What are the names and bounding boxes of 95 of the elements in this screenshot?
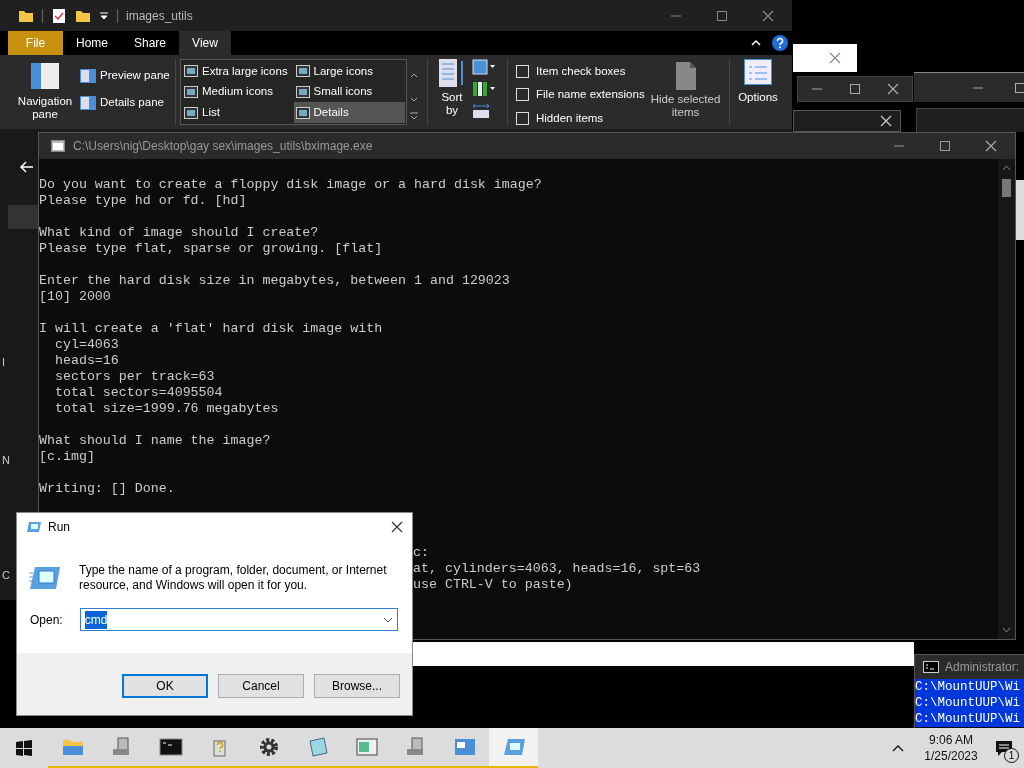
pane-icon: [31, 63, 59, 89]
fit-columns-icon[interactable]: [472, 103, 490, 119]
sidebar-item[interactable]: N: [2, 452, 10, 469]
scroll-down-icon[interactable]: [1002, 627, 1011, 633]
view-icon: [184, 86, 198, 98]
checkbox[interactable]: [516, 65, 529, 79]
columns-icon[interactable]: [472, 81, 496, 97]
maximize-icon[interactable]: [716, 9, 728, 22]
console-icon: [51, 140, 65, 152]
checklist-icon[interactable]: [51, 7, 67, 24]
checkbox[interactable]: [516, 111, 529, 125]
clock[interactable]: 9:06 AM 1/25/2023: [918, 728, 984, 768]
window-title: images_utils: [126, 7, 193, 25]
window-title: C:\Users\nig\Desktop\gay sex\images_utils\bximage.exe: [73, 138, 373, 155]
console-line: What kind of image should I create?: [39, 225, 319, 241]
details-pane-button[interactable]: Details pane: [80, 94, 170, 112]
window-title: Run: [48, 519, 70, 536]
close-icon[interactable]: [391, 521, 403, 533]
console-line: Writing: [] Done.: [39, 481, 175, 497]
window-icon: [354, 735, 379, 759]
console-icon: [923, 661, 939, 673]
pane-icon: [80, 68, 96, 83]
view-icon: [295, 86, 310, 98]
dialog-description: Type the name of a program, folder, document, or Internet resource, and Windows will open it for you.: [79, 563, 388, 593]
dropdown-icon: [383, 616, 393, 623]
pane-icon: [80, 95, 96, 110]
layout-option[interactable]: Medium icons: [182, 81, 294, 103]
view-icon: [184, 106, 198, 119]
console-line: Please type flat, sparse or growing. [flat]: [39, 241, 383, 257]
dialog-button[interactable]: Browse...: [314, 674, 400, 698]
ribbon-tab[interactable]: Share: [121, 31, 179, 55]
run-icon: [29, 565, 61, 591]
close-icon[interactable]: [887, 83, 899, 95]
notification-count: 1: [1004, 748, 1019, 763]
layout-option[interactable]: Large icons: [293, 61, 405, 82]
layout-option[interactable]: Extra large icons: [182, 61, 294, 82]
help-icon[interactable]: [772, 35, 788, 51]
checkbox[interactable]: [516, 88, 529, 102]
layout-option[interactable]: Small icons: [293, 81, 405, 103]
document-icon: [674, 61, 697, 91]
console-line: cyl=4063: [53, 337, 119, 353]
sort-icon: [439, 59, 465, 87]
back-arrow-icon[interactable]: [20, 161, 34, 173]
console-line: sectors per track=63: [53, 369, 215, 385]
checkbox-option[interactable]: Hidden items: [516, 109, 642, 127]
console-line: Do you want to create a floppy disk image or a hard disk image?: [39, 177, 542, 193]
console-line: heads=16: [53, 353, 119, 369]
combo-box[interactable]: cmd: [79, 608, 398, 631]
console-line: c:: [413, 545, 429, 561]
sidebar-item[interactable]: C: [2, 567, 10, 584]
preview-pane-button[interactable]: Preview pane: [80, 67, 170, 85]
console-line: at, cylinders=4063, heads=16, spt=63: [413, 561, 701, 577]
dialog-button[interactable]: OK: [122, 674, 208, 698]
close-icon[interactable]: [985, 140, 997, 152]
scrollbar[interactable]: [998, 159, 1015, 639]
options-button[interactable]: Options: [732, 59, 784, 125]
maximize-icon[interactable]: [1014, 81, 1024, 94]
ribbon-tab[interactable]: Home: [63, 31, 121, 55]
run-icon: [26, 521, 42, 533]
layout-option[interactable]: List: [182, 102, 294, 123]
scrollbar-thumb[interactable]: [1002, 179, 1011, 197]
group-by-icon[interactable]: [472, 59, 496, 75]
window-title: Administrator:: [945, 659, 1020, 676]
scroll-up-icon[interactable]: [1002, 165, 1011, 171]
view-icon: [295, 106, 310, 119]
console-line: Please type hd or fd. [hd]: [39, 193, 247, 209]
maximize-icon[interactable]: [849, 83, 861, 95]
dropdown-icon[interactable]: [99, 10, 109, 21]
field-label: Open:: [29, 611, 64, 629]
options-icon: [744, 59, 772, 85]
sidebar-item[interactable]: I: [2, 354, 6, 371]
notification-button[interactable]: 1: [984, 728, 1024, 768]
console-line: [10] 2000: [39, 289, 111, 305]
view-icon: [184, 65, 198, 78]
field-value: cmd: [84, 610, 108, 629]
maximize-icon[interactable]: [939, 140, 951, 152]
sort-by-button[interactable]: Sort by: [438, 59, 466, 125]
dialog-button[interactable]: Cancel: [218, 674, 304, 698]
view-icon: [295, 65, 310, 78]
layout-option[interactable]: Details: [293, 102, 405, 123]
console-icon: [158, 735, 183, 759]
checkbox-option[interactable]: Item check boxes: [516, 63, 642, 81]
console-line: total sectors=4095504: [53, 385, 223, 401]
console-line: use CTRL-V to paste): [413, 577, 573, 593]
chevron-up-icon: [892, 744, 904, 752]
selected-item-highlight: [8, 205, 38, 229]
windows-logo-icon: [16, 740, 32, 756]
console-line: [c.img]: [39, 449, 95, 465]
window-edge: [1016, 180, 1024, 240]
console-line: I will create a 'flat' hard disk image with: [39, 321, 383, 337]
navigation-pane-button[interactable]: Navigation pane: [14, 59, 76, 125]
console-line: total size=1999.76 megabytes: [53, 401, 279, 417]
console-line: What should I name the image?: [39, 433, 271, 449]
console-line: Enter the hard disk size in megabytes, between 1 and 129023: [39, 273, 510, 289]
ribbon-tab[interactable]: View: [179, 31, 231, 55]
